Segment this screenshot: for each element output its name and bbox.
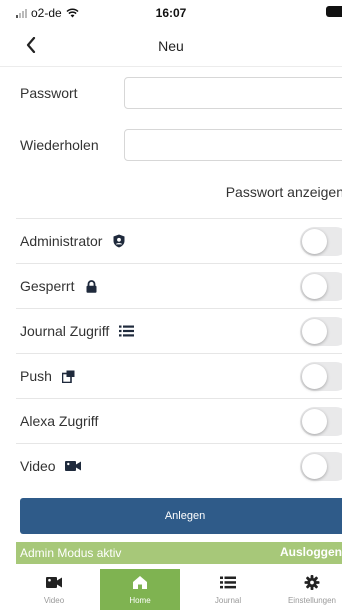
create-button[interactable]: Anlegen xyxy=(20,498,342,534)
gesperrt-toggle[interactable] xyxy=(300,272,342,301)
tab-label: Home xyxy=(129,596,151,605)
repeat-password-label: Wiederholen xyxy=(20,137,99,153)
push-notification-icon xyxy=(61,368,77,384)
lock-icon xyxy=(83,278,99,294)
tab-journal[interactable]: Journal xyxy=(188,569,268,610)
home-icon xyxy=(133,576,147,589)
push-toggle[interactable] xyxy=(300,362,342,391)
video-camera-icon xyxy=(64,458,81,474)
page-title: Neu xyxy=(158,38,184,54)
option-row-video: Video xyxy=(16,443,342,488)
shield-user-icon xyxy=(111,233,127,249)
logout-button[interactable]: Ausloggen xyxy=(280,545,342,559)
tab-settings[interactable]: Einstellungen xyxy=(272,569,342,610)
option-label: Video xyxy=(20,458,56,474)
administrator-toggle[interactable] xyxy=(300,227,342,256)
tab-video[interactable]: Video xyxy=(14,569,94,610)
gear-icon xyxy=(304,575,320,590)
admin-mode-text: Admin Modus aktiv xyxy=(20,546,122,560)
option-label: Administrator xyxy=(20,233,103,249)
alexa-toggle[interactable] xyxy=(300,407,342,436)
list-icon xyxy=(118,323,134,339)
status-bar: o2-de 16:07 xyxy=(0,0,342,24)
option-label: Gesperrt xyxy=(20,278,75,294)
option-row-push: Push xyxy=(16,353,342,398)
password-row: Passwort xyxy=(0,77,342,109)
repeat-password-row: Wiederholen xyxy=(0,129,342,161)
battery-icon xyxy=(326,6,342,17)
option-row-alexa: Alexa Zugriff xyxy=(16,398,342,443)
option-label: Journal Zugriff xyxy=(20,323,110,339)
password-label: Passwort xyxy=(20,85,78,101)
option-label: Alexa Zugriff xyxy=(20,413,99,429)
video-camera-icon xyxy=(46,577,62,588)
option-row-gesperrt: Gesperrt xyxy=(16,263,342,308)
tab-home[interactable]: Home xyxy=(100,569,180,610)
option-label: Push xyxy=(20,368,52,384)
nav-bar: Neu xyxy=(0,28,342,66)
nav-divider xyxy=(0,66,342,67)
password-field[interactable] xyxy=(124,77,342,109)
status-time: 16:07 xyxy=(155,6,187,20)
tab-label: Journal xyxy=(214,596,242,605)
list-icon xyxy=(220,576,236,589)
option-row-journal: Journal Zugriff xyxy=(16,308,342,353)
option-row-administrator: Administrator xyxy=(16,218,342,263)
show-password-link[interactable]: Passwort anzeigen xyxy=(226,184,342,200)
video-toggle[interactable] xyxy=(300,452,342,481)
tab-label: Einstellungen xyxy=(287,596,337,605)
journal-toggle[interactable] xyxy=(300,317,342,346)
repeat-password-field[interactable] xyxy=(124,129,342,161)
tab-label: Video xyxy=(43,596,65,605)
tab-bar: Video Home Journal Einstellungen xyxy=(0,569,342,610)
admin-mode-bar: Admin Modus aktiv Ausloggen xyxy=(16,542,342,564)
